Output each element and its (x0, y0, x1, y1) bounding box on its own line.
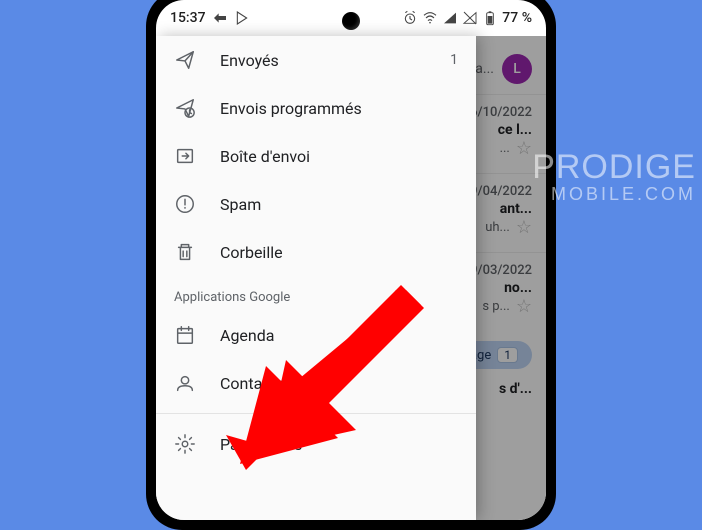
battery-icon (482, 10, 498, 26)
trash-icon (174, 241, 196, 263)
drawer-item-trash[interactable]: Corbeille (156, 228, 476, 276)
watermark: PRODIGE MOBILE.COM (532, 150, 696, 205)
sent-icon (174, 49, 196, 71)
contacts-icon (174, 372, 196, 394)
gear-icon (174, 433, 196, 455)
play-store-icon (234, 10, 250, 26)
outbox-icon (174, 145, 196, 167)
signal-icon (442, 10, 458, 26)
scheduled-icon (174, 97, 196, 119)
calendar-icon (174, 324, 196, 346)
drawer-item-label: Envoyés (220, 51, 426, 70)
punch-hole-camera (342, 12, 360, 30)
nav-drawer: Envoyés 1 Envois programmés Boîte d'envo… (156, 36, 476, 520)
phone-screen: 15:37 (156, 0, 546, 520)
drawer-item-spam[interactable]: Spam (156, 180, 476, 228)
wifi-icon (422, 10, 438, 26)
drawer-item-outbox[interactable]: Boîte d'envoi (156, 132, 476, 180)
drawer-item-label: Corbeille (220, 243, 458, 262)
drawer-item-settings[interactable]: Paramètres (156, 420, 476, 468)
notification-icon-1 (212, 10, 228, 26)
drawer-item-label: Boîte d'envoi (220, 147, 458, 166)
signal-icon-2 (462, 10, 478, 26)
drawer-item-label: Envois programmés (220, 99, 458, 118)
drawer-item-sent[interactable]: Envoyés 1 (156, 36, 476, 84)
drawer-item-calendar[interactable]: Agenda (156, 311, 476, 359)
drawer-item-label: Spam (220, 195, 458, 214)
drawer-item-label: Agenda (220, 326, 458, 345)
drawer-item-scheduled[interactable]: Envois programmés (156, 84, 476, 132)
battery-percent: 77 % (502, 10, 532, 26)
status-time: 15:37 (170, 10, 206, 26)
drawer-item-label: Contacts (220, 374, 458, 393)
divider (156, 413, 476, 414)
drawer-item-label: Paramètres (220, 435, 458, 454)
drawer-section-google-apps: Applications Google (156, 276, 476, 311)
drawer-item-count: 1 (450, 52, 458, 68)
drawer-item-contacts[interactable]: Contacts (156, 359, 476, 407)
phone-frame: 15:37 (146, 0, 556, 530)
alarm-icon (402, 10, 418, 26)
spam-icon (174, 193, 196, 215)
